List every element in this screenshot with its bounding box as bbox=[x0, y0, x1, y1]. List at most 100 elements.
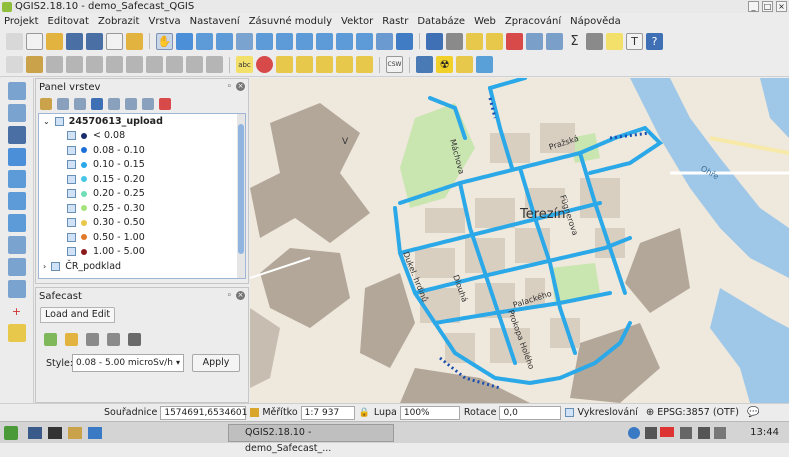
select-by-value-icon[interactable] bbox=[486, 32, 503, 50]
map-tips-icon[interactable] bbox=[606, 32, 623, 50]
legend-checkbox[interactable] bbox=[67, 174, 76, 184]
new-shapefile-icon[interactable] bbox=[7, 280, 26, 298]
zoom-out-icon[interactable] bbox=[216, 32, 233, 50]
scrollbar-thumb[interactable] bbox=[238, 124, 244, 254]
new-project-icon[interactable] bbox=[26, 32, 43, 50]
legend-item[interactable]: 0.25 - 0.30 bbox=[39, 201, 245, 216]
legend-checkbox[interactable] bbox=[67, 189, 76, 199]
save-as-icon[interactable] bbox=[86, 32, 103, 50]
delete-selected-icon[interactable] bbox=[146, 56, 163, 73]
tab-load-and-edit[interactable]: Load and Edit bbox=[40, 307, 116, 323]
add-spatialite-layer-icon[interactable] bbox=[7, 148, 26, 166]
save-log-icon[interactable] bbox=[65, 333, 78, 346]
help-icon[interactable]: ? bbox=[646, 32, 663, 50]
legend-item[interactable]: 0.50 - 1.00 bbox=[39, 230, 245, 245]
field-calculator-icon[interactable] bbox=[546, 32, 563, 50]
layer-styling-icon[interactable] bbox=[40, 98, 52, 110]
delete-icon[interactable] bbox=[128, 333, 141, 346]
move-label-icon[interactable] bbox=[316, 56, 333, 73]
legend-item[interactable]: 0.10 - 0.15 bbox=[39, 158, 245, 173]
show-labels-icon[interactable] bbox=[296, 56, 313, 73]
zoom-last-icon[interactable] bbox=[316, 32, 333, 50]
legend-item[interactable]: 0.20 - 0.25 bbox=[39, 187, 245, 202]
safecast-plot-icon[interactable] bbox=[456, 56, 473, 73]
add-raster-layer-icon[interactable] bbox=[7, 104, 26, 122]
browser-icon[interactable] bbox=[88, 426, 102, 439]
expand-all-icon[interactable] bbox=[125, 98, 137, 110]
minimize-button[interactable]: _ bbox=[748, 1, 759, 12]
refresh-icon[interactable] bbox=[396, 32, 413, 50]
layer-row-upload[interactable]: ⌄ 24570613_upload bbox=[39, 114, 245, 129]
action-icon[interactable] bbox=[446, 32, 463, 50]
save-project-icon[interactable] bbox=[66, 32, 83, 50]
toggle-editing-icon[interactable] bbox=[46, 56, 63, 73]
scale-field[interactable]: 1:7 937 bbox=[300, 405, 355, 420]
rotation-field[interactable]: 0,0 bbox=[499, 405, 562, 420]
tray-network-icon[interactable] bbox=[628, 427, 640, 439]
copy-features-icon[interactable] bbox=[186, 56, 203, 73]
legend-checkbox[interactable] bbox=[67, 247, 76, 257]
legend-item[interactable]: 1.00 - 5.00 bbox=[39, 245, 245, 260]
label-tool-icon[interactable]: abc bbox=[236, 56, 253, 73]
menu-databaze[interactable]: Databáze bbox=[417, 16, 465, 27]
open-project-icon[interactable] bbox=[46, 32, 63, 50]
rotate-label-icon[interactable] bbox=[336, 56, 353, 73]
csw-icon[interactable]: CSW bbox=[386, 56, 403, 73]
collapse-all-icon[interactable] bbox=[142, 98, 154, 110]
style-select[interactable]: 0.08 - 5.00 microSv/h ▾ bbox=[72, 354, 184, 372]
tray-keyboard-icon[interactable] bbox=[680, 427, 692, 439]
layer-visibility-checkbox[interactable] bbox=[54, 116, 64, 126]
legend-checkbox[interactable] bbox=[67, 203, 76, 213]
gps-tool-icon[interactable]: + bbox=[7, 302, 26, 320]
georeferencer-icon[interactable] bbox=[7, 324, 26, 342]
remove-layer-icon[interactable] bbox=[159, 98, 171, 110]
menu-zpracovani[interactable]: Zpracování bbox=[505, 16, 561, 27]
render-checkbox[interactable] bbox=[565, 408, 575, 417]
add-vector-layer-icon[interactable] bbox=[7, 82, 26, 100]
menu-vektor[interactable]: Vektor bbox=[341, 16, 373, 27]
add-wfs-layer-icon[interactable] bbox=[7, 236, 26, 254]
file-manager-icon[interactable] bbox=[68, 426, 82, 439]
legend-checkbox[interactable] bbox=[67, 232, 76, 242]
zoom-in-icon[interactable] bbox=[196, 32, 213, 50]
layer-tree-scrollbar[interactable] bbox=[237, 114, 245, 278]
diagram-icon[interactable] bbox=[256, 56, 273, 73]
legend-checkbox[interactable] bbox=[67, 131, 76, 141]
messages-icon[interactable]: 💬 bbox=[747, 407, 759, 418]
text-annotation-icon[interactable]: T bbox=[626, 32, 643, 50]
menu-editovat[interactable]: Editovat bbox=[48, 16, 89, 27]
deselect-icon[interactable] bbox=[506, 32, 523, 50]
cut-icon[interactable] bbox=[86, 333, 99, 346]
legend-item[interactable]: 0.15 - 0.20 bbox=[39, 172, 245, 187]
menu-nastaveni[interactable]: Nastavení bbox=[190, 16, 240, 27]
tray-volume-icon[interactable] bbox=[698, 427, 710, 439]
change-label-icon[interactable] bbox=[356, 56, 373, 73]
zoom-native-icon[interactable] bbox=[236, 32, 253, 50]
measure-icon[interactable] bbox=[586, 32, 603, 50]
terminal-icon[interactable] bbox=[48, 426, 62, 439]
menu-napoveda[interactable]: Nápověda bbox=[570, 16, 621, 27]
tools-icon[interactable] bbox=[107, 333, 120, 346]
pin-labels-icon[interactable] bbox=[276, 56, 293, 73]
menu-zasuvne-moduly[interactable]: Zásuvné moduly bbox=[249, 16, 332, 27]
zoom-field[interactable]: 100% bbox=[399, 405, 460, 420]
legend-item[interactable]: 0.08 - 0.10 bbox=[39, 143, 245, 158]
python-console-icon[interactable] bbox=[416, 56, 433, 73]
node-tool-icon[interactable] bbox=[126, 56, 143, 73]
save-edits-icon[interactable] bbox=[66, 56, 83, 73]
map-canvas[interactable]: V Pražská Máchova Terezín Fügnerova Dlou… bbox=[250, 78, 789, 403]
select-features-icon[interactable] bbox=[466, 32, 483, 50]
tray-battery-icon[interactable] bbox=[714, 427, 726, 439]
add-group-icon[interactable] bbox=[57, 98, 69, 110]
show-desktop-icon[interactable] bbox=[28, 426, 42, 439]
filter-legend-icon[interactable] bbox=[91, 98, 103, 110]
panel-float-icon[interactable]: ◦ bbox=[227, 291, 232, 301]
add-wms-layer-icon[interactable] bbox=[7, 192, 26, 210]
new-map-view-icon[interactable] bbox=[356, 32, 373, 50]
maximize-button[interactable]: □ bbox=[762, 1, 773, 12]
crs-label[interactable]: EPSG:3857 (OTF) bbox=[657, 407, 739, 418]
tray-chat-icon[interactable] bbox=[645, 427, 657, 439]
menu-zobrazit[interactable]: Zobrazit bbox=[98, 16, 140, 27]
zoom-to-layer-icon[interactable] bbox=[296, 32, 313, 50]
composer-manager-icon[interactable] bbox=[126, 32, 143, 50]
